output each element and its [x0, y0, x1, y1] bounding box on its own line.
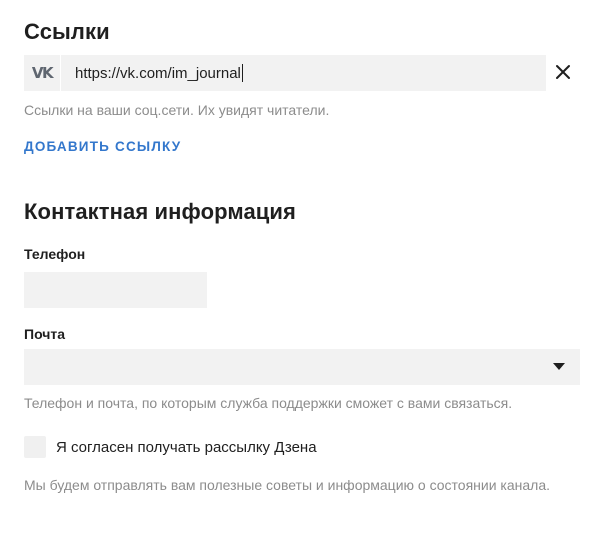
- newsletter-label[interactable]: Я согласен получать рассылку Дзена: [56, 439, 317, 456]
- contacts-hint: Телефон и почта, по которым служба подде…: [24, 395, 513, 411]
- text-caret: [241, 64, 243, 82]
- add-link-button[interactable]: ДОБАВИТЬ ССЫЛКУ: [24, 139, 181, 154]
- social-link-row: VK https://vk.com/im_journal: [24, 55, 546, 91]
- social-link-input[interactable]: https://vk.com/im_journal: [61, 55, 546, 91]
- newsletter-option[interactable]: Я согласен получать рассылку Дзена: [24, 436, 317, 458]
- email-select[interactable]: [24, 349, 580, 385]
- phone-input[interactable]: [24, 272, 207, 308]
- newsletter-hint: Мы будем отправлять вам полезные советы …: [24, 477, 550, 493]
- links-section-title: Ссылки: [24, 19, 110, 44]
- phone-label: Телефон: [24, 246, 86, 262]
- close-icon[interactable]: [553, 62, 573, 82]
- links-hint: Ссылки на ваши соц.сети. Их увидят читат…: [24, 102, 330, 118]
- social-link-value: https://vk.com/im_journal: [75, 64, 241, 82]
- email-label: Почта: [24, 326, 66, 342]
- vk-icon[interactable]: VK: [24, 55, 60, 91]
- newsletter-checkbox[interactable]: [24, 436, 46, 458]
- chevron-down-icon: [553, 363, 565, 370]
- contact-section-title: Контактная информация: [24, 199, 296, 224]
